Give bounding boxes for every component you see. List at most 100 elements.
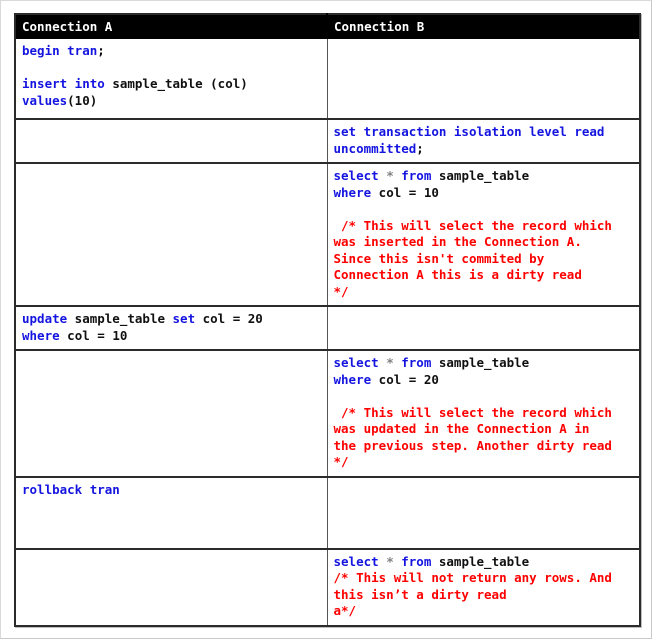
sql-text-token: col = 10 — [371, 184, 439, 200]
code-line: update sample_table set col = 20 — [22, 311, 322, 328]
connection-b-cell — [327, 306, 640, 351]
code-line: /* This will not return any rows. And — [334, 570, 635, 587]
sql-comment-token: Since this isn't commited by — [333, 250, 545, 266]
sql-keyword-token: rollback tran — [22, 481, 120, 497]
sql-code-block — [22, 355, 322, 372]
table-header: Connection A Connection B — [15, 14, 640, 39]
sql-code-block — [22, 554, 322, 571]
sql-code-block: set transaction isolation level read unco… — [334, 124, 635, 157]
table-row: begin tran; insert into sample_table (col… — [15, 39, 640, 120]
sql-code-block: select * from sample_table where col = 20… — [334, 355, 635, 471]
sql-comment-token: Connection A this is a dirty read — [333, 267, 582, 282]
sql-code-block — [334, 43, 635, 60]
code-line: Connection A this is a dirty read — [334, 267, 635, 284]
table-row: select * from sample_table where col = 20… — [15, 350, 640, 478]
table-row: select * from sample_table where col = 10… — [15, 163, 640, 307]
transaction-comparison-table: Connection A Connection B begin tran; ins… — [14, 13, 641, 627]
sql-keyword-token: uncommitted — [333, 140, 417, 156]
code-line: /* This will select the record which — [334, 405, 635, 422]
sql-keyword-token: update — [22, 311, 68, 326]
sql-text-token: col = 20 — [371, 371, 439, 387]
empty-code-placeholder — [334, 311, 342, 326]
sql-keyword-token: where — [22, 327, 60, 343]
empty-code-placeholder — [334, 43, 342, 58]
table-row: rollback tran — [15, 476, 640, 550]
code-line: uncommitted; — [334, 141, 635, 158]
sql-keyword-token: begin tran — [22, 43, 98, 58]
sql-text-token: col = 20 — [195, 311, 263, 326]
table-row: update sample_table set col = 20 where co… — [15, 306, 640, 351]
sql-text-token: * — [386, 355, 394, 370]
connection-b-cell: select * from sample_table where col = 10… — [327, 163, 640, 307]
connection-a-cell: update sample_table set col = 20 where co… — [15, 306, 328, 351]
sql-keyword-token: select — [333, 355, 387, 370]
code-line: where col = 10 — [22, 328, 322, 345]
connection-b-cell: set transaction isolation level read unco… — [327, 119, 640, 164]
code-line: was updated in the Connection A in — [334, 421, 635, 438]
sql-text-token: * — [386, 168, 394, 183]
sql-comment-token: /* This will select the record which — [333, 217, 612, 233]
code-line: values(10) — [22, 93, 322, 110]
sql-code-block: rollback tran — [22, 482, 322, 499]
code-line: the previous step. Another dirty read — [334, 438, 635, 455]
sql-keyword-token: set transaction isolation level read — [333, 124, 605, 139]
code-line: was inserted in the Connection A. — [334, 234, 635, 251]
sql-keyword-token: select — [333, 553, 387, 569]
empty-code-placeholder — [22, 168, 30, 183]
code-line: */ — [334, 454, 635, 471]
document-frame: Connection A Connection B begin tran; ins… — [0, 0, 652, 639]
connection-a-cell — [15, 163, 328, 307]
empty-code-placeholder — [22, 124, 30, 139]
sql-keyword-token: values — [22, 92, 68, 108]
connection-b-cell — [327, 39, 640, 120]
code-line: set transaction isolation level read — [334, 124, 635, 141]
sql-comment-token: was inserted in the Connection A. — [333, 234, 582, 249]
connection-a-cell: begin tran; insert into sample_table (col… — [15, 39, 328, 120]
code-line: where col = 10 — [334, 185, 635, 202]
sql-comment-token: /* This will not return any rows. And — [333, 570, 612, 585]
sql-keyword-token: insert into — [22, 76, 105, 91]
sql-code-block: update sample_table set col = 20 where co… — [22, 311, 322, 344]
code-line: rollback tran — [22, 482, 322, 499]
code-line: /* This will select the record which — [334, 218, 635, 235]
connection-a-cell: rollback tran — [15, 476, 328, 550]
sql-text-token: col = 10 — [59, 327, 128, 343]
sql-comment-token: /* This will select the record which — [333, 404, 612, 420]
sql-text-token: sample_table — [431, 355, 530, 370]
table-body: begin tran; insert into sample_table (col… — [15, 39, 640, 627]
connection-a-cell — [15, 119, 328, 164]
connection-b-cell: select * from sample_table where col = 20… — [327, 350, 640, 478]
code-line: */ — [334, 284, 635, 301]
table-row: select * from sample_table/* This will n… — [15, 548, 640, 627]
code-line: select * from sample_table — [334, 168, 635, 185]
sql-comment-token: the previous step. Another dirty read — [333, 437, 612, 453]
connection-b-cell: select * from sample_table/* This will n… — [327, 548, 640, 627]
sql-text-token: sample_table — [67, 311, 173, 326]
sql-code-block: select * from sample_table/* This will n… — [334, 554, 635, 620]
sql-code-block — [334, 482, 635, 499]
sql-code-block — [22, 124, 322, 141]
sql-text-token: sample_table — [431, 553, 530, 569]
sql-keyword-token: from — [393, 168, 432, 183]
sql-comment-token: was updated in the Connection A in — [333, 421, 590, 436]
column-header-connection-a: Connection A — [15, 14, 327, 39]
table-row: set transaction isolation level read unco… — [15, 119, 640, 164]
sql-code-block: select * from sample_table where col = 10… — [334, 168, 635, 300]
sql-comment-token: a*/ — [333, 603, 357, 618]
sql-comment-token: */ — [333, 454, 349, 469]
sql-text-token: sample_table — [431, 168, 530, 183]
code-line: select * from sample_table — [334, 554, 635, 571]
sql-code-block: begin tran; insert into sample_table (col… — [22, 43, 322, 109]
sql-comment-token: */ — [333, 283, 349, 299]
sql-keyword-token: set — [172, 311, 196, 326]
connection-a-cell — [15, 548, 328, 627]
code-line: a*/ — [334, 603, 635, 620]
empty-code-placeholder — [334, 482, 342, 497]
sql-code-block — [22, 168, 322, 185]
sql-text-token: (10) — [67, 92, 98, 108]
column-header-connection-b: Connection B — [326, 14, 640, 39]
code-line: this isn’t a dirty read — [334, 587, 635, 604]
